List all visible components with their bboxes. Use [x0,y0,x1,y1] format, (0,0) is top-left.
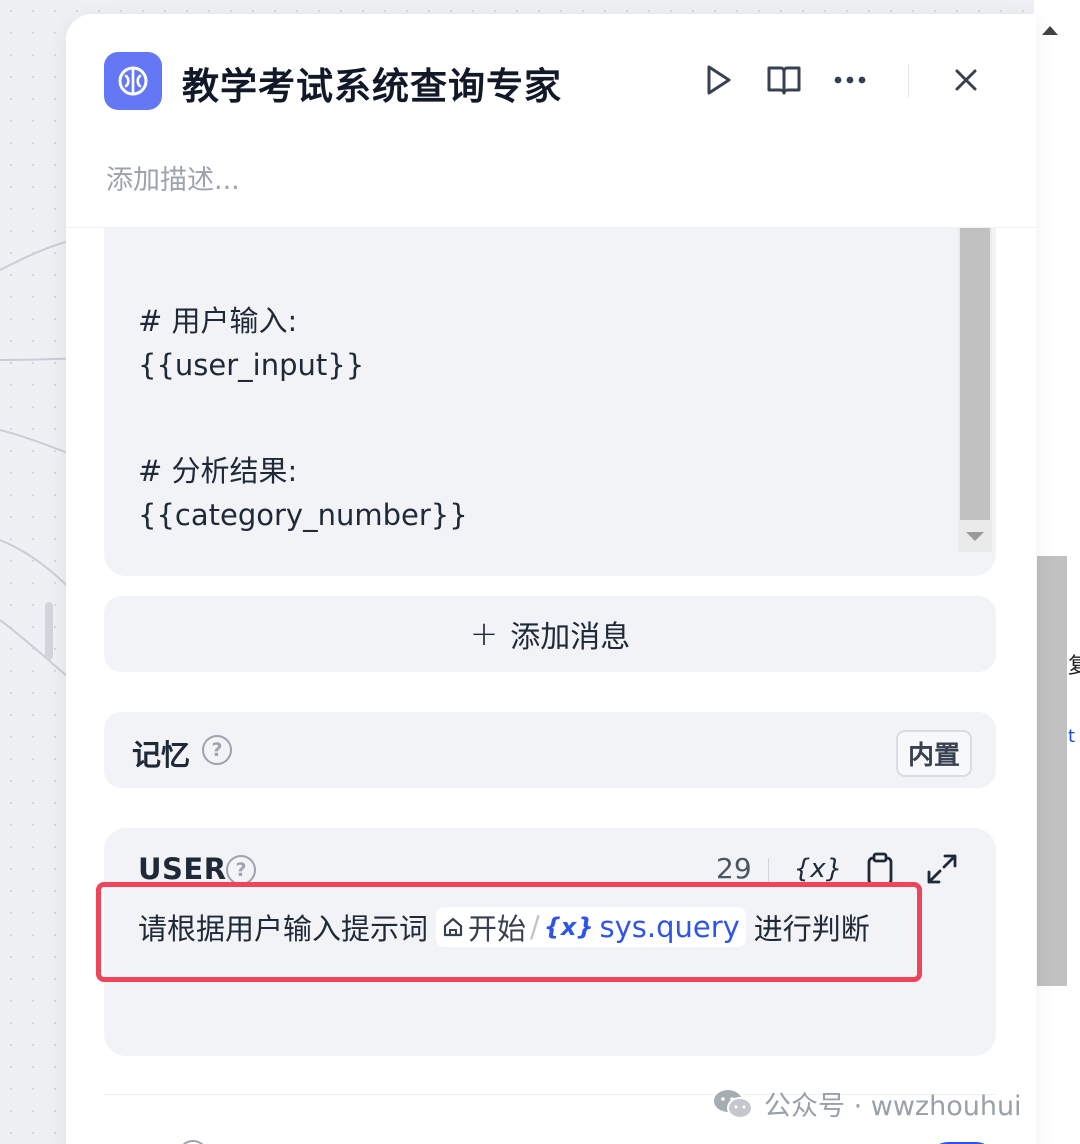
panel-scroll-area[interactable]: # 用户输入: {{user_input}} # 分析结果: {{categor… [66,188,1036,1144]
prompt-line: # 分析结果: [138,454,298,488]
memory-section: 记忆 ? 内置 [104,712,996,788]
token-count: 29 [716,852,752,885]
add-message-button[interactable]: + 添加消息 [104,596,996,672]
canvas-resize-handle[interactable] [45,602,53,660]
docs-button[interactable] [764,60,804,100]
description-input[interactable]: 添加描述... [106,158,240,197]
panel-header: 教学考试系统查询专家 添加描述... [66,14,1036,228]
add-message-label: 添加消息 [510,620,631,655]
close-button[interactable] [946,60,986,100]
highlight-annotation-box [96,882,922,982]
builtin-badge: 内置 [896,730,973,777]
user-role-label: USER [138,852,227,886]
help-icon[interactable]: ? [202,735,232,765]
close-icon [955,69,977,91]
watermark: 公众号 · wwzhouhui [712,1084,1022,1123]
edge-text-fragment: 复 [1068,654,1080,679]
more-icon [834,76,866,84]
expand-icon[interactable] [922,850,962,888]
header-divider [908,64,909,98]
help-icon[interactable]: ? [226,855,256,885]
prompt-line: # 用户输入: [138,304,298,338]
memory-label: 记忆 [132,738,191,772]
system-prompt-editor[interactable]: # 用户输入: {{user_input}} # 分析结果: {{categor… [104,188,996,576]
toolbar-divider [768,858,769,882]
wechat-icon [714,1089,753,1119]
watermark-text: 公众号 · wwzhouhui [764,1091,1022,1122]
editor-scroll-down-arrow[interactable] [966,532,984,541]
more-options-button[interactable] [830,60,870,100]
brain-icon [104,52,162,110]
play-icon [707,65,731,95]
memory-label: 记忆 [104,1136,162,1144]
scroll-up-arrow[interactable] [1042,26,1058,35]
help-icon[interactable]: ? [178,1140,208,1144]
plus-icon: + [469,614,499,654]
editor-scrollbar-thumb[interactable] [960,188,990,520]
page-title: 教学考试系统查询专家 [182,65,562,108]
book-icon [767,66,801,95]
outer-scrollbar-thumb[interactable] [1037,556,1067,986]
edge-text-fragment: t [1068,726,1076,747]
prompt-line: {{user_input}} [138,348,365,382]
node-config-panel: 教学考试系统查询专家 添加描述... # 用户输入: {{user_input}… [66,14,1036,1144]
run-button[interactable] [698,60,738,100]
prompt-line: {{category_number}} [138,498,468,532]
